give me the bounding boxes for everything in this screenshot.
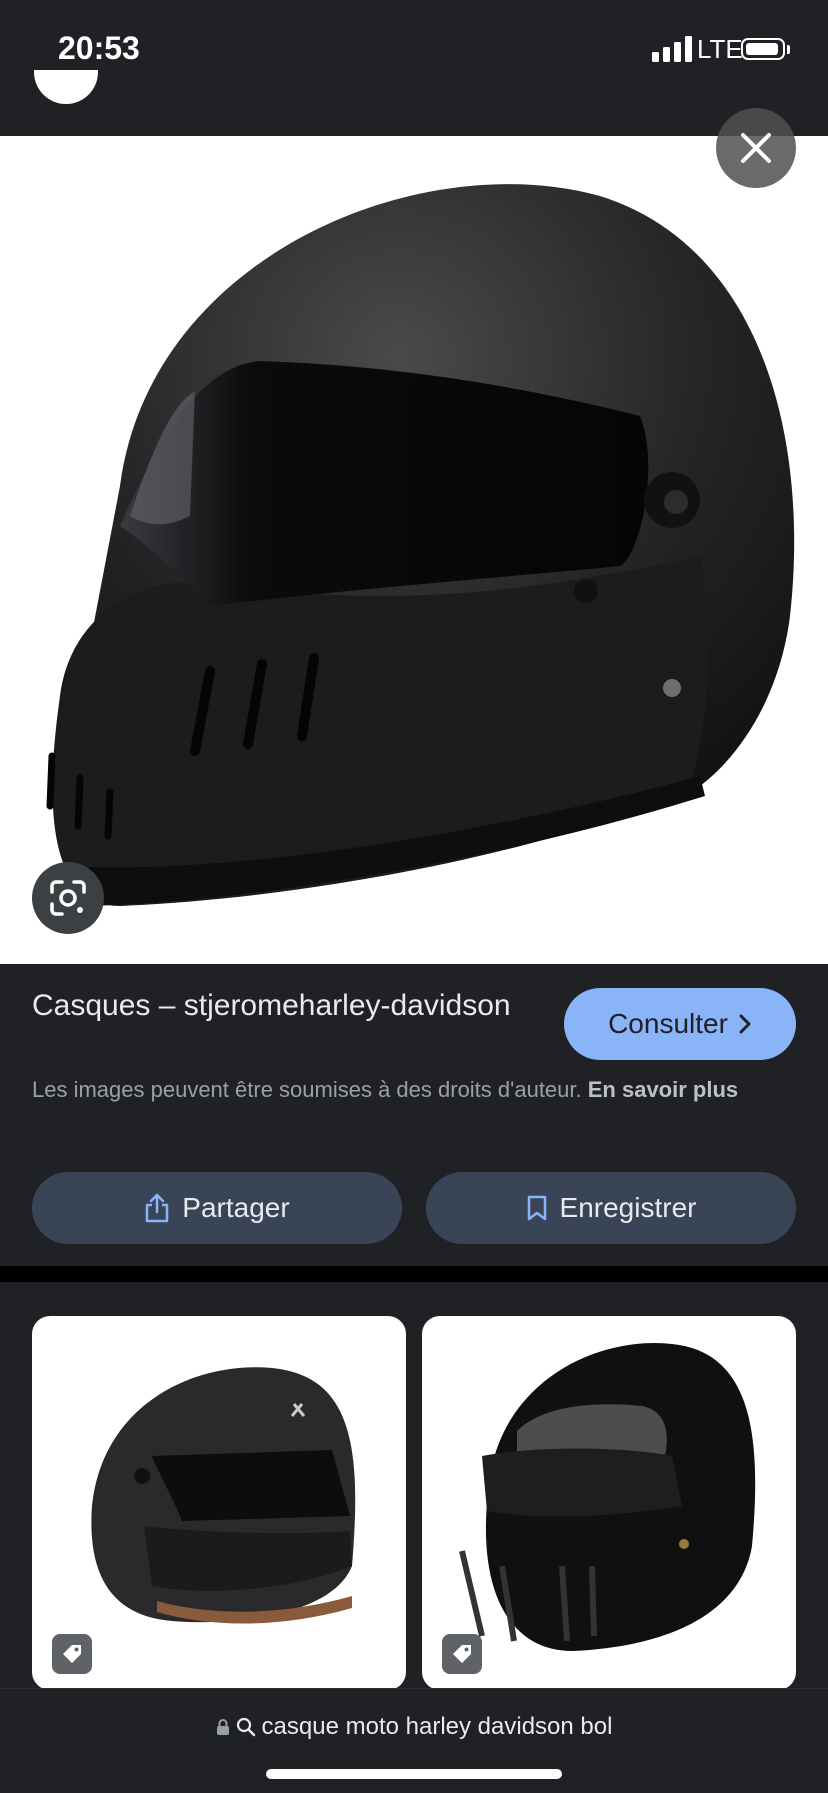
url-display[interactable]: casque moto harley davidson bol — [0, 1713, 828, 1741]
lock-icon — [216, 1719, 229, 1735]
copyright-text: Les images peuvent être soumises à des d… — [32, 1077, 582, 1102]
save-button-label: Enregistrer — [559, 1192, 697, 1223]
visit-button[interactable]: Consulter — [564, 988, 796, 1060]
product-tag — [52, 1634, 92, 1674]
share-icon — [146, 1193, 169, 1223]
chevron-right-icon — [739, 1014, 751, 1034]
related-image-1[interactable] — [32, 1316, 406, 1688]
signal-strength-icon — [652, 36, 692, 62]
status-time: 20:53 — [58, 30, 140, 66]
share-button-label: Partager — [182, 1192, 290, 1223]
network-type: LTE — [697, 34, 743, 64]
search-query: casque moto harley davidson bol — [261, 1713, 613, 1740]
page-header-obscured — [0, 70, 828, 136]
product-tag — [442, 1634, 482, 1674]
bookmark-icon — [527, 1195, 546, 1221]
result-title[interactable]: Casques – stjeromeharley-davidson — [32, 986, 532, 1026]
learn-more-link[interactable]: En savoir plus — [588, 1077, 738, 1102]
home-indicator[interactable] — [266, 1769, 562, 1779]
visit-button-label: Consulter — [608, 1008, 728, 1039]
helmet-image — [46, 184, 795, 906]
avatar — [34, 70, 98, 104]
related-images-grid — [0, 1282, 828, 1688]
close-icon — [741, 133, 771, 163]
section-divider — [0, 1266, 828, 1282]
battery-icon — [741, 38, 785, 60]
main-image[interactable] — [0, 136, 828, 964]
tag-icon — [453, 1645, 471, 1663]
close-button[interactable] — [716, 108, 796, 188]
save-button[interactable]: Enregistrer — [426, 1172, 796, 1244]
related-image-2[interactable] — [422, 1316, 796, 1688]
helmet-thumbnail — [91, 1367, 356, 1624]
google-lens-icon — [50, 880, 86, 916]
share-button[interactable]: Partager — [32, 1172, 402, 1244]
helmet-thumbnail — [459, 1343, 756, 1651]
google-lens-button[interactable] — [32, 862, 104, 934]
battery-tip — [787, 45, 790, 54]
result-info-panel: Casques – stjeromeharley-davidson Consul… — [0, 964, 828, 1266]
search-icon — [236, 1717, 255, 1737]
browser-address-bar[interactable]: casque moto harley davidson bol — [0, 1688, 828, 1793]
copyright-notice: Les images peuvent être soumises à des d… — [32, 1074, 762, 1106]
tag-icon — [63, 1645, 81, 1663]
